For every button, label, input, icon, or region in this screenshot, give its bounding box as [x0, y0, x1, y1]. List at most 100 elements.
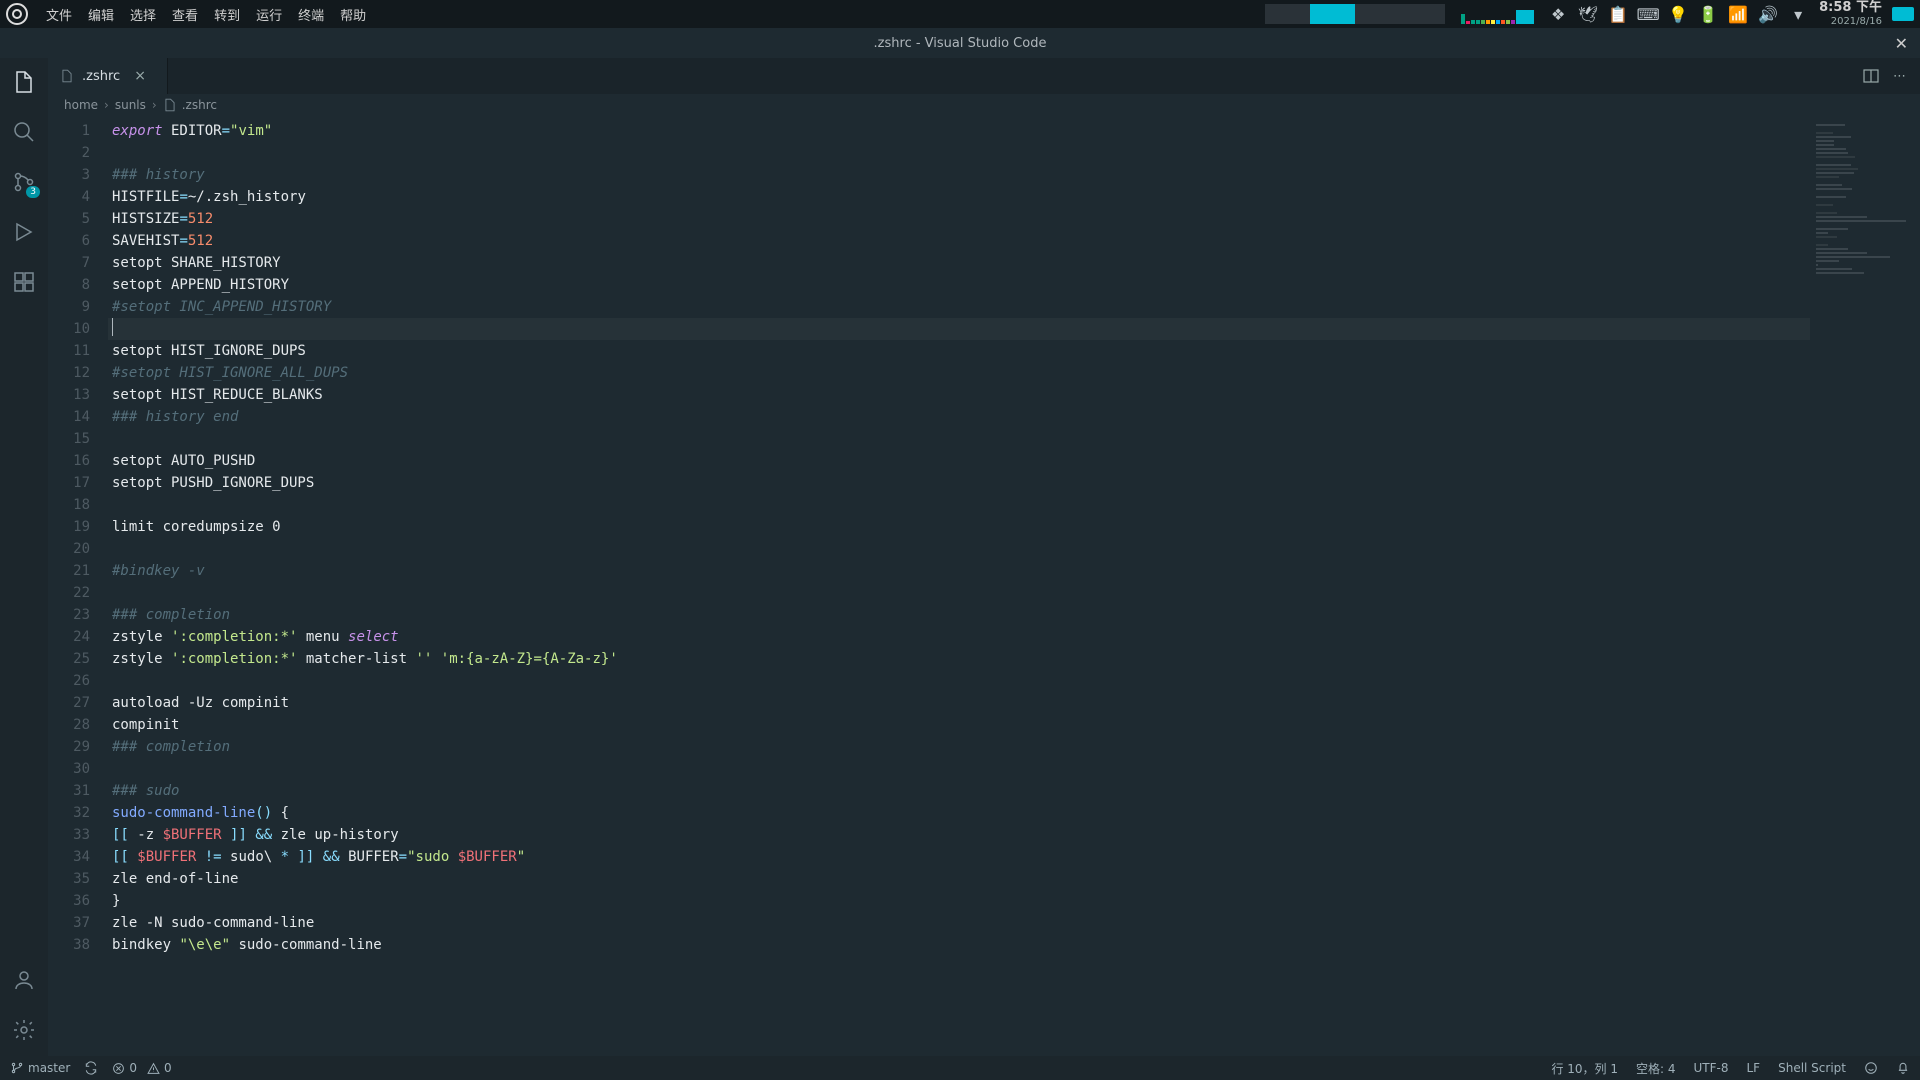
os-menu-item[interactable]: 选择	[122, 5, 164, 24]
keyboard-icon[interactable]: ⌨	[1639, 5, 1657, 23]
line-number: 3	[48, 164, 90, 186]
volume-icon[interactable]: 🔊	[1759, 5, 1777, 23]
wifi-icon[interactable]: 📶	[1729, 5, 1747, 23]
code-line[interactable]: zstyle ':completion:*' matcher-list '' '…	[108, 648, 1810, 670]
code-line[interactable]: ### sudo	[108, 780, 1810, 802]
code-line[interactable]	[108, 318, 1810, 340]
code-line[interactable]: export EDITOR="vim"	[108, 120, 1810, 142]
code-line[interactable]: compinit	[108, 714, 1810, 736]
os-menu-bar: 文件编辑选择查看转到运行终端帮助 ❖ 🕊 📋 ⌨ 💡 🔋 📶 🔊 ▾ 8:58 …	[0, 0, 1920, 28]
os-menu-item[interactable]: 文件	[38, 5, 80, 24]
os-menu-item[interactable]: 编辑	[80, 5, 122, 24]
code-line[interactable]: }	[108, 890, 1810, 912]
notifications-icon[interactable]	[1896, 1061, 1910, 1075]
eol[interactable]: LF	[1747, 1061, 1761, 1075]
window-close-button[interactable]: ✕	[1895, 34, 1908, 53]
chevron-down-icon[interactable]: ▾	[1789, 5, 1807, 23]
code-line[interactable]	[108, 142, 1810, 164]
breadcrumbs[interactable]: home › sunls › .zshrc	[48, 94, 1920, 116]
line-number: 37	[48, 912, 90, 934]
code-line[interactable]: setopt HIST_IGNORE_DUPS	[108, 340, 1810, 362]
search-icon[interactable]	[10, 118, 38, 146]
code-line[interactable]: setopt SHARE_HISTORY	[108, 252, 1810, 274]
os-logo-icon[interactable]	[6, 3, 28, 25]
code-line[interactable]: setopt APPEND_HISTORY	[108, 274, 1810, 296]
code-line[interactable]: setopt PUSHD_IGNORE_DUPS	[108, 472, 1810, 494]
bird-icon[interactable]: 🕊	[1579, 5, 1597, 23]
line-number: 14	[48, 406, 90, 428]
tab-bar: .zshrc × ⋯	[48, 58, 1920, 94]
file-icon	[163, 98, 177, 112]
code-line[interactable]: [[ -z $BUFFER ]] && zle up-history	[108, 824, 1810, 846]
battery-icon[interactable]: 🔋	[1699, 5, 1717, 23]
clipboard-icon[interactable]: 📋	[1609, 5, 1627, 23]
code-content[interactable]: export EDITOR="vim" ### historyHISTFILE=~…	[108, 116, 1810, 1056]
os-menu-item[interactable]: 运行	[248, 5, 290, 24]
code-line[interactable]: ### completion	[108, 604, 1810, 626]
code-line[interactable]: setopt AUTO_PUSHD	[108, 450, 1810, 472]
cursor-position[interactable]: 行 10，列 1	[1551, 1060, 1618, 1077]
explorer-icon[interactable]	[10, 68, 38, 96]
line-number: 33	[48, 824, 90, 846]
language-mode[interactable]: Shell Script	[1778, 1061, 1846, 1075]
accounts-icon[interactable]	[10, 966, 38, 994]
problems[interactable]: 0 0	[112, 1061, 171, 1075]
code-line[interactable]: HISTFILE=~/.zsh_history	[108, 186, 1810, 208]
clock[interactable]: 8:58 下午 2021/8/16	[1819, 1, 1882, 26]
code-line[interactable]: #setopt INC_APPEND_HISTORY	[108, 296, 1810, 318]
feedback-icon[interactable]	[1864, 1061, 1878, 1075]
settings-gear-icon[interactable]	[10, 1016, 38, 1044]
code-line[interactable]: ### completion	[108, 736, 1810, 758]
line-number: 34	[48, 846, 90, 868]
line-number: 36	[48, 890, 90, 912]
code-line[interactable]: bindkey "\e\e" sudo-command-line	[108, 934, 1810, 956]
code-line[interactable]: #bindkey -v	[108, 560, 1810, 582]
line-number: 19	[48, 516, 90, 538]
code-line[interactable]	[108, 758, 1810, 780]
code-line[interactable]: sudo-command-line() {	[108, 802, 1810, 824]
code-line[interactable]	[108, 582, 1810, 604]
code-line[interactable]: setopt HIST_REDUCE_BLANKS	[108, 384, 1810, 406]
os-menu-item[interactable]: 转到	[206, 5, 248, 24]
code-line[interactable]: [[ $BUFFER != sudo\ * ]] && BUFFER="sudo…	[108, 846, 1810, 868]
extensions-icon[interactable]	[10, 268, 38, 296]
minimap[interactable]	[1810, 116, 1920, 1056]
code-line[interactable]	[108, 494, 1810, 516]
split-editor-icon[interactable]	[1863, 68, 1879, 84]
clock-time: 8:58 下午	[1819, 1, 1882, 15]
source-control-icon[interactable]: 3	[10, 168, 38, 196]
run-debug-icon[interactable]	[10, 218, 38, 246]
status-bar: master 0 0 行 10，列 1 空格: 4 UTF-8 LF Shell…	[0, 1056, 1920, 1080]
indentation[interactable]: 空格: 4	[1636, 1060, 1676, 1077]
flame-icon[interactable]: ❖	[1549, 5, 1567, 23]
sync-button[interactable]	[84, 1061, 98, 1075]
git-branch[interactable]: master	[10, 1061, 70, 1075]
code-line[interactable]: limit coredumpsize 0	[108, 516, 1810, 538]
encoding[interactable]: UTF-8	[1694, 1061, 1729, 1075]
code-line[interactable]: zle end-of-line	[108, 868, 1810, 890]
os-menu-item[interactable]: 帮助	[332, 5, 374, 24]
text-editor[interactable]: 1234567891011121314151617181920212223242…	[48, 116, 1920, 1056]
os-menu-item[interactable]: 终端	[290, 5, 332, 24]
code-line[interactable]	[108, 538, 1810, 560]
show-desktop-icon[interactable]	[1892, 7, 1914, 21]
code-line[interactable]: zstyle ':completion:*' menu select	[108, 626, 1810, 648]
line-number: 23	[48, 604, 90, 626]
code-line[interactable]: HISTSIZE=512	[108, 208, 1810, 230]
code-line[interactable]: autoload -Uz compinit	[108, 692, 1810, 714]
code-line[interactable]: ### history end	[108, 406, 1810, 428]
tab-close-button[interactable]: ×	[134, 68, 146, 84]
bulb-icon[interactable]: 💡	[1669, 5, 1687, 23]
line-number: 16	[48, 450, 90, 472]
line-number-gutter: 1234567891011121314151617181920212223242…	[48, 116, 108, 1056]
more-actions-icon[interactable]: ⋯	[1893, 69, 1906, 84]
code-line[interactable]: zle -N sudo-command-line	[108, 912, 1810, 934]
os-menu-item[interactable]: 查看	[164, 5, 206, 24]
code-line[interactable]	[108, 428, 1810, 450]
code-line[interactable]: ### history	[108, 164, 1810, 186]
git-branch-icon	[10, 1061, 24, 1075]
code-line[interactable]: SAVEHIST=512	[108, 230, 1810, 252]
code-line[interactable]	[108, 670, 1810, 692]
tab-zshrc[interactable]: .zshrc ×	[48, 58, 168, 94]
code-line[interactable]: #setopt HIST_IGNORE_ALL_DUPS	[108, 362, 1810, 384]
